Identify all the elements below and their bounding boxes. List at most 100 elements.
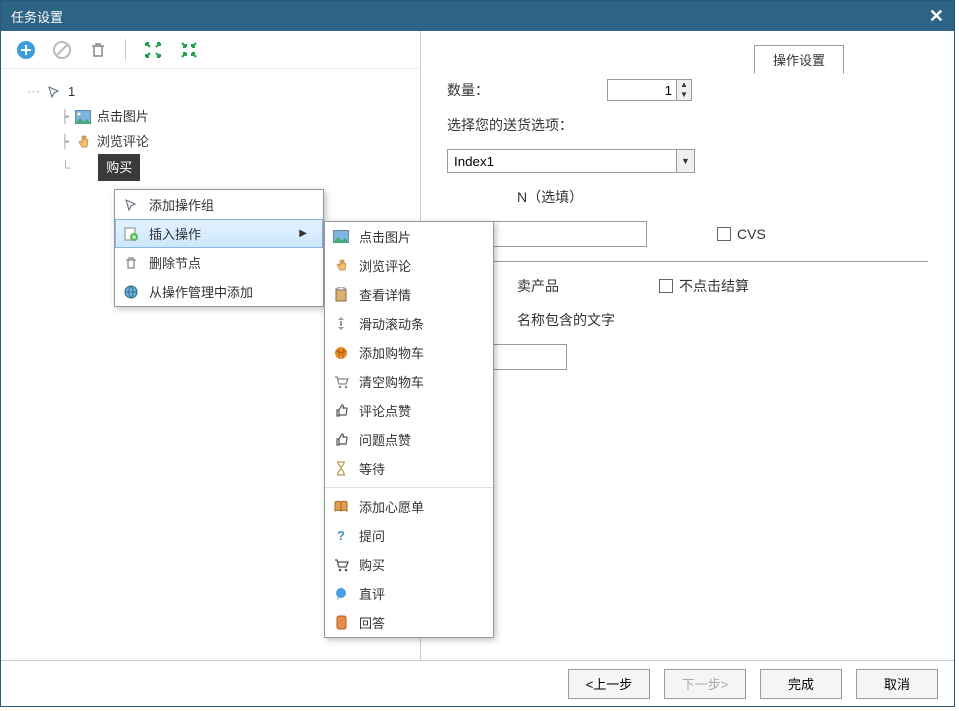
- tab-label: 操作设置: [773, 53, 825, 68]
- checkbox-box[interactable]: [659, 279, 673, 293]
- window-body: ⋯ 1 ┝ 点击图片 ┝: [1, 31, 954, 660]
- expand-button[interactable]: [140, 37, 166, 63]
- toolbar: [1, 31, 420, 69]
- tab-settings[interactable]: 操作设置: [754, 45, 844, 74]
- ctx-delete-node[interactable]: 删除节点: [115, 248, 323, 277]
- sub-scroll[interactable]: 滑动滚动条: [325, 309, 493, 338]
- spinner-up-icon[interactable]: ▲: [677, 80, 691, 90]
- titlebar: 任务设置 ✕: [1, 1, 954, 31]
- sub-label: 滑动滚动条: [359, 314, 424, 333]
- cart-icon: [333, 557, 349, 573]
- sub-wishlist[interactable]: 添加心愿单: [325, 492, 493, 521]
- sub-add-cart[interactable]: 添加购物车: [325, 338, 493, 367]
- cursor-icon: [123, 197, 139, 213]
- shipping-label: 选择您的送货选项：: [447, 115, 573, 135]
- sub-label: 评论点赞: [359, 401, 411, 420]
- thumb-icon: [333, 432, 349, 448]
- sub-view-details[interactable]: 查看详情: [325, 280, 493, 309]
- sub-direct-review[interactable]: 直评: [325, 579, 493, 608]
- no-click-label: 不点击结算: [679, 276, 749, 296]
- sub-click-image[interactable]: 点击图片: [325, 222, 493, 251]
- ctx-label: 添加操作组: [149, 195, 214, 214]
- right-pane: 操作设置 数量： ▲ ▼ 选择您的送货选项：: [421, 31, 954, 660]
- sub-label: 点击图片: [359, 227, 411, 246]
- context-menu[interactable]: 添加操作组 插入操作 ▶ 删除节点 从操作管理中添加: [114, 189, 324, 307]
- disable-button[interactable]: [49, 37, 75, 63]
- tree-item[interactable]: ┝ 浏览评论: [9, 129, 412, 154]
- task-tree[interactable]: ⋯ 1 ┝ 点击图片 ┝: [1, 69, 420, 191]
- qty-input[interactable]: [607, 79, 677, 101]
- answer-icon: [333, 615, 349, 631]
- tree-branch: └: [61, 155, 70, 180]
- thumb-icon: [333, 403, 349, 419]
- cursor-icon: [46, 84, 62, 100]
- insert-icon: [123, 226, 139, 242]
- shipping-input[interactable]: [447, 149, 677, 173]
- tree-branch: ┝: [61, 104, 69, 129]
- ctx-insert-action[interactable]: 插入操作 ▶: [115, 219, 323, 248]
- chevron-right-icon: ▶: [299, 228, 307, 239]
- sub-wait[interactable]: 等待: [325, 454, 493, 483]
- sub-label: 浏览评论: [359, 256, 411, 275]
- cvs-label: CVS: [737, 226, 766, 242]
- window-title: 任务设置: [11, 7, 63, 26]
- image-icon: [75, 109, 91, 125]
- sub-label: 购买: [359, 555, 385, 574]
- tree-root[interactable]: ⋯ 1: [9, 79, 412, 104]
- prev-button[interactable]: <上一步: [568, 669, 650, 699]
- ctx-label: 从操作管理中添加: [149, 282, 253, 301]
- tree-connector: ⋯: [27, 79, 40, 104]
- tree-branch: ┝: [61, 129, 69, 154]
- sub-review-like[interactable]: 评论点赞: [325, 396, 493, 425]
- sub-clear-cart[interactable]: 清空购物车: [325, 367, 493, 396]
- quantity-stepper[interactable]: ▲ ▼: [607, 79, 692, 101]
- shipping-combo[interactable]: ▼: [447, 149, 695, 173]
- sub-label: 查看详情: [359, 285, 411, 304]
- sub-browse-reviews[interactable]: 浏览评论: [325, 251, 493, 280]
- no-click-checkbox[interactable]: 不点击结算: [659, 276, 749, 296]
- sub-buy[interactable]: 购买: [325, 550, 493, 579]
- sub-question-like[interactable]: 问题点赞: [325, 425, 493, 454]
- hand-icon: [333, 258, 349, 274]
- cart-icon: [333, 374, 349, 390]
- collapse-button[interactable]: [176, 37, 202, 63]
- name-contains-label: 名称包含的文字: [517, 310, 615, 330]
- task-settings-window: 任务设置 ✕: [0, 0, 955, 707]
- trash-icon: [123, 255, 139, 271]
- ctx-add-group[interactable]: 添加操作组: [115, 190, 323, 219]
- sub-label: 提问: [359, 526, 385, 545]
- chat-icon: [333, 586, 349, 602]
- delete-button[interactable]: [85, 37, 111, 63]
- hand-icon: [75, 134, 91, 150]
- optional-label: （选填）: [527, 187, 583, 207]
- spinner-down-icon[interactable]: ▼: [677, 90, 691, 100]
- sub-label: 清空购物车: [359, 372, 424, 391]
- tree-item[interactable]: ┝ 点击图片: [9, 104, 412, 129]
- globe-icon: [123, 284, 139, 300]
- cvs-checkbox[interactable]: CVS: [717, 226, 766, 242]
- sub-ask[interactable]: ? 提问: [325, 521, 493, 550]
- note-n: N: [517, 189, 527, 205]
- wizard-footer: <上一步 下一步> 完成 取消: [1, 660, 954, 706]
- sell-label: 卖产品: [517, 276, 559, 296]
- close-icon[interactable]: ✕: [929, 6, 944, 27]
- question-icon: ?: [333, 528, 349, 544]
- ball-icon: [333, 345, 349, 361]
- ctx-label: 插入操作: [149, 224, 201, 243]
- tree-item-selected[interactable]: └ · 购买: [9, 154, 412, 181]
- finish-button[interactable]: 完成: [760, 669, 842, 699]
- divider: [447, 261, 928, 262]
- context-submenu[interactable]: 点击图片 浏览评论 查看详情 滑动滚动条 添加购物车: [324, 221, 494, 638]
- ctx-label: 删除节点: [149, 253, 201, 272]
- qty-label: 数量：: [447, 80, 607, 100]
- hourglass-icon: [333, 461, 349, 477]
- chevron-down-icon[interactable]: ▼: [677, 149, 695, 173]
- cancel-button[interactable]: 取消: [856, 669, 938, 699]
- sub-answer[interactable]: 回答: [325, 608, 493, 637]
- settings-form: 数量： ▲ ▼ 选择您的送货选项： ▼: [431, 79, 944, 370]
- book-icon: [333, 499, 349, 515]
- ctx-add-from-manager[interactable]: 从操作管理中添加: [115, 277, 323, 306]
- checkbox-box[interactable]: [717, 227, 731, 241]
- add-button[interactable]: [13, 37, 39, 63]
- sub-label: 问题点赞: [359, 430, 411, 449]
